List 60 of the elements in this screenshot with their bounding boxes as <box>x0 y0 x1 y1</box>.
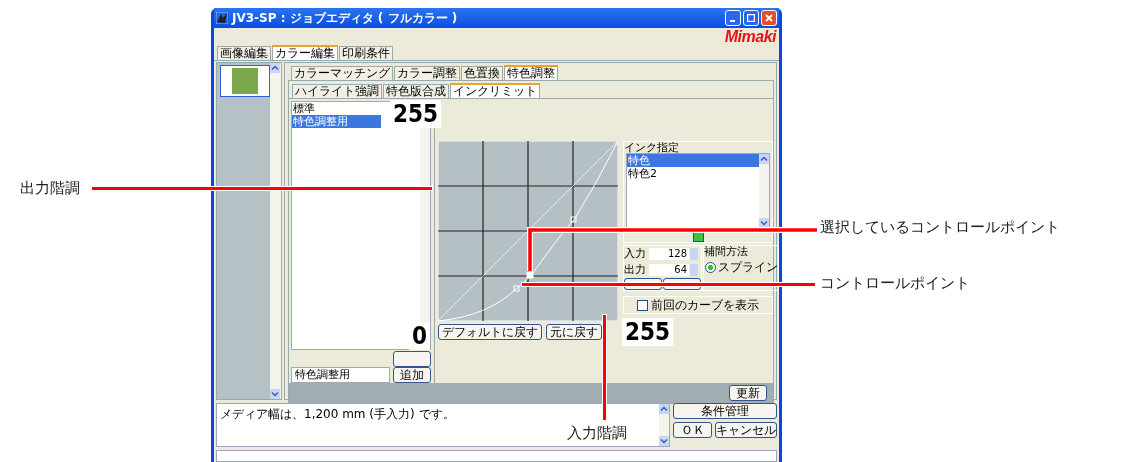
input-field[interactable]: 128 <box>649 247 689 260</box>
tab[interactable]: インクリミット <box>450 83 540 98</box>
bird-icon <box>216 12 228 24</box>
scroll-down-icon[interactable] <box>759 218 769 228</box>
scroll-down-icon[interactable] <box>659 436 669 446</box>
scroll-up-icon[interactable] <box>759 154 769 164</box>
list-item[interactable]: 特色 <box>627 154 759 167</box>
list-item[interactable]: 特色調整用 <box>292 115 381 128</box>
scroll-up-icon[interactable] <box>270 63 280 73</box>
callout-label: 出力階調 <box>20 179 80 198</box>
thumbnail[interactable] <box>220 65 270 97</box>
tab[interactable]: 色置換 <box>461 66 503 80</box>
list-item[interactable]: 特色2 <box>627 167 759 180</box>
photo-placeholder <box>232 68 258 94</box>
callout-label: 選択しているコントロールポイント <box>820 218 1060 237</box>
minimize-button[interactable] <box>725 10 741 26</box>
cancel-button[interactable]: キャンセル <box>715 422 777 438</box>
tab[interactable]: カラーマッチング <box>291 66 393 80</box>
tab[interactable]: 画像編集 <box>217 46 271 60</box>
group-title: インク指定 <box>624 142 680 153</box>
scrollbar[interactable] <box>270 63 281 399</box>
axis-label: 255 <box>390 100 442 128</box>
group-title: 補間方法 <box>704 246 749 257</box>
callout-label: コントロールポイント <box>820 274 970 293</box>
ok-button[interactable]: ＯＫ <box>673 422 712 438</box>
window-title: JV3-SP : ジョブエディタ ( フルカラー ) <box>232 9 458 27</box>
tab[interactable]: 特色調整 <box>504 65 558 80</box>
field-label: 出力 <box>624 262 647 277</box>
brand-logo: Mimaki <box>724 27 776 46</box>
maximize-icon <box>747 14 755 22</box>
tab[interactable]: 特色版合成 <box>383 84 449 98</box>
scroll-up-icon[interactable] <box>659 404 669 414</box>
tab[interactable]: カラー調整 <box>394 66 460 80</box>
list-item[interactable]: 標準 <box>292 102 381 115</box>
close-icon <box>765 14 773 22</box>
callout-label: 入力階調 <box>567 424 627 443</box>
graph-button[interactable]: デフォルトに戻す <box>438 324 542 340</box>
radio-button[interactable] <box>705 262 716 273</box>
close-button[interactable] <box>761 10 777 26</box>
curve-graph[interactable] <box>438 141 618 321</box>
checkbox[interactable] <box>692 231 704 242</box>
radio-label: スプライン <box>718 259 778 276</box>
tab[interactable]: ハイライト強調 <box>292 84 382 98</box>
checkbox-label: 前回のカーブを表示 <box>651 296 759 314</box>
maximize-button[interactable] <box>743 10 759 26</box>
graph-button[interactable]: 元に戻す <box>546 324 602 340</box>
axis-label: 0 <box>409 322 431 350</box>
checkbox[interactable] <box>637 299 648 311</box>
preset-name-field[interactable]: 特色調整用 <box>291 367 390 383</box>
add-button[interactable]: 追加 <box>393 367 431 383</box>
tab[interactable]: 印刷条件 <box>339 46 393 60</box>
delete-button[interactable] <box>393 350 431 367</box>
axis-label: 255 <box>622 318 674 346</box>
update-button[interactable]: 更新 <box>729 385 767 401</box>
tab[interactable]: カラー編集 <box>272 45 338 60</box>
message-text: メディア幅は、1,200 mm (手入力) です。 <box>219 406 456 422</box>
scroll-down-icon[interactable] <box>270 389 280 399</box>
field-label: 入力 <box>624 246 647 261</box>
output-field[interactable]: 64 <box>649 263 689 276</box>
manage-button[interactable]: 条件管理 <box>673 403 777 419</box>
